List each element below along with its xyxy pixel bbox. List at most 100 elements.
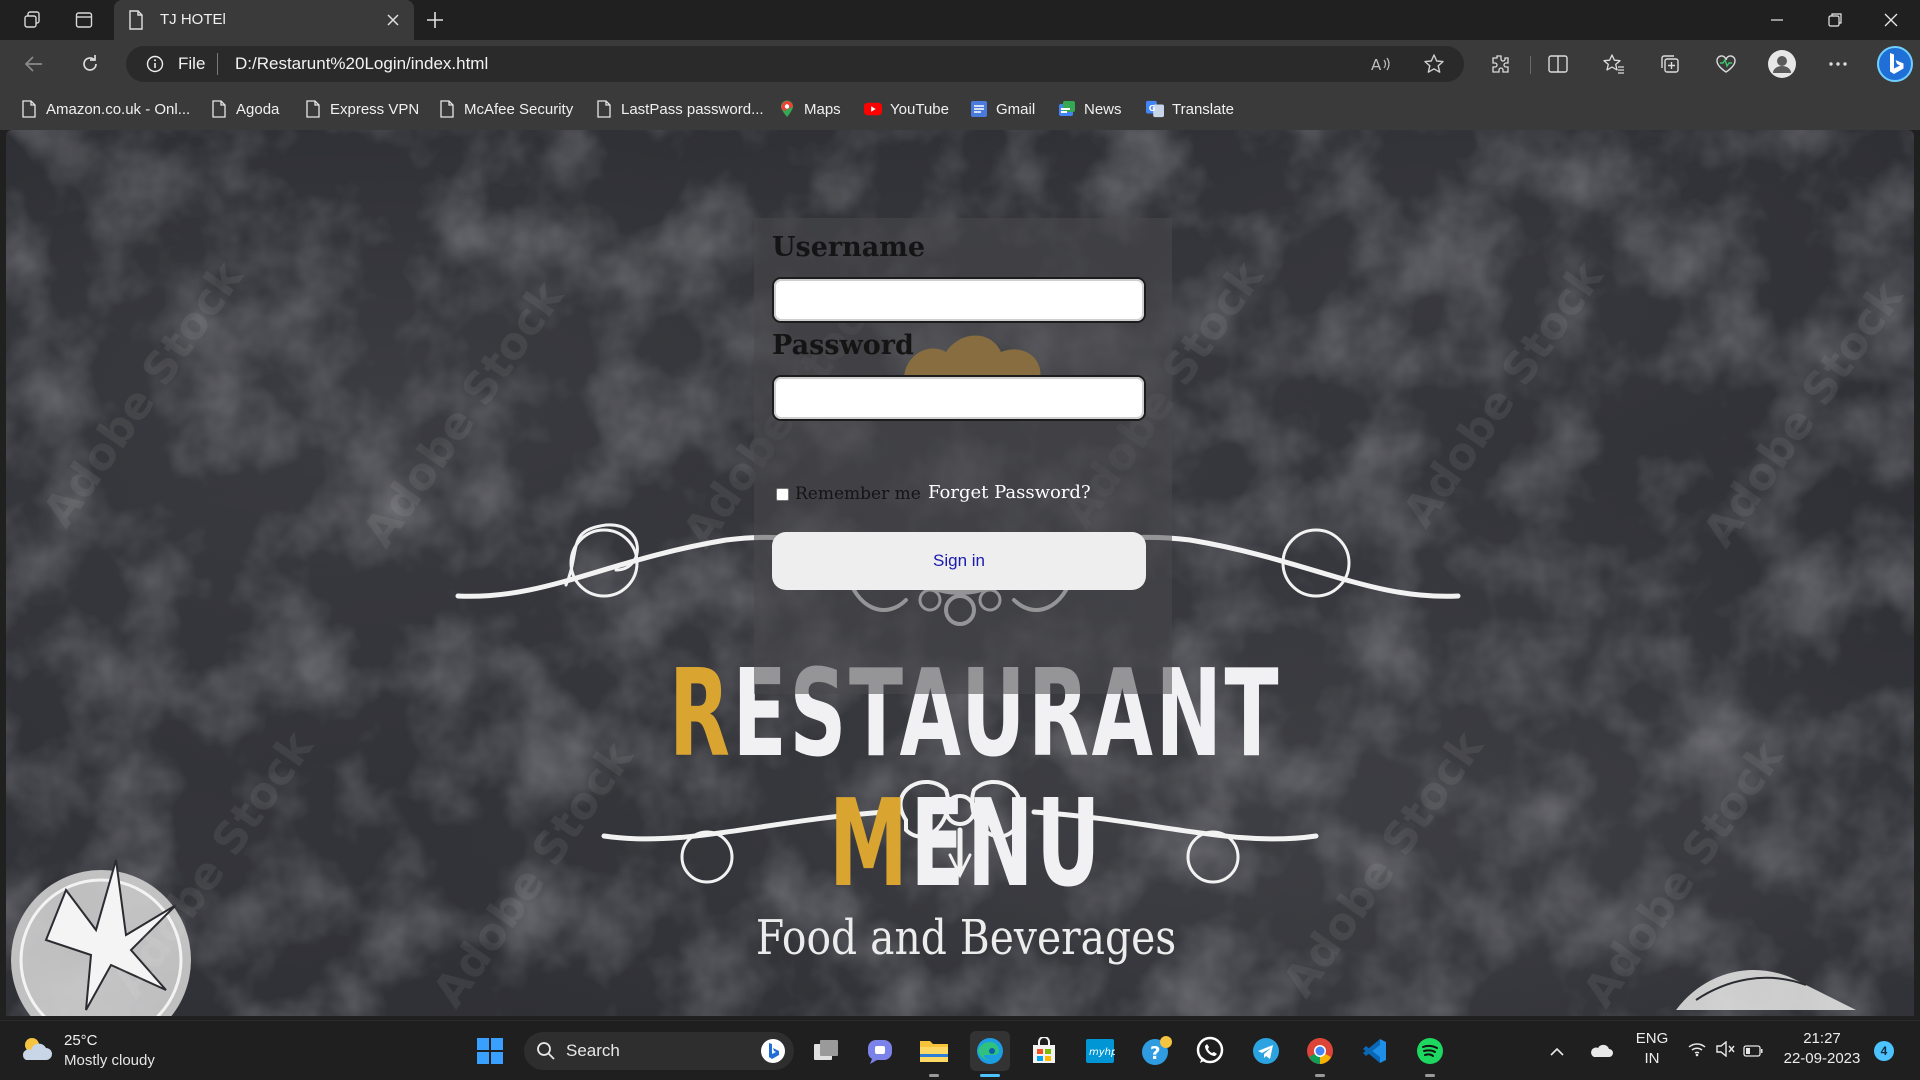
svg-text:Adobe Stock: Adobe Stock (353, 271, 574, 556)
chrome-icon[interactable] (1300, 1031, 1340, 1077)
svg-text:myhp: myhp (1089, 1047, 1115, 1058)
remember-me-label: Remember me (795, 484, 921, 504)
svg-text:Adobe Stock: Adobe Stock (1393, 251, 1614, 536)
favorite-label: Maps (804, 100, 841, 118)
password-input[interactable] (772, 375, 1146, 421)
weather-description: Mostly cloudy (64, 1052, 155, 1069)
clock-date: 22-09-2023 (1783, 1050, 1861, 1067)
windows-start-icon[interactable] (470, 1031, 510, 1071)
bing-search-icon (760, 1038, 786, 1068)
favorite-label: Gmail (996, 100, 1036, 118)
forget-password-link[interactable]: Forget Password? (928, 482, 1091, 503)
favorite-maps[interactable]: Maps (778, 97, 841, 121)
windows-taskbar: 25°C Mostly cloudy Search myhp ? ENG IN … (0, 1020, 1920, 1080)
url-text[interactable]: D:/Restarunt%20Login/index.html (235, 54, 488, 74)
page-icon (595, 100, 613, 118)
address-bar[interactable]: File D:/Restarunt%20Login/index.html A (126, 46, 1464, 82)
whatsapp-icon[interactable] (1190, 1031, 1230, 1071)
collections-icon[interactable] (1652, 48, 1688, 80)
page-content: Adobe Stock Adobe Stock Adobe Stock Adob… (6, 130, 1914, 1016)
get-help-icon[interactable]: ? (1136, 1031, 1176, 1071)
favorite-label: Translate (1172, 100, 1234, 118)
svg-text:Adobe Stock: Adobe Stock (103, 721, 324, 1006)
favorite-youtube[interactable]: YouTube (864, 97, 949, 121)
tab-actions-icon[interactable] (66, 6, 102, 34)
onedrive-cloud-icon[interactable] (1584, 1031, 1618, 1071)
favorite-amazon[interactable]: Amazon.co.uk - Onl... (20, 97, 190, 121)
favorite-translate[interactable]: G Translate (1146, 97, 1234, 121)
translate-icon: G (1146, 100, 1164, 118)
myhp-icon[interactable]: myhp (1080, 1031, 1120, 1071)
back-button[interactable] (16, 48, 52, 80)
minimize-button[interactable] (1748, 0, 1806, 40)
news-icon (1058, 100, 1076, 118)
telegram-icon[interactable] (1246, 1031, 1286, 1071)
weather-temperature: 25°C (64, 1032, 98, 1049)
microsoft-store-icon[interactable] (1024, 1031, 1064, 1071)
favorites-icon[interactable] (1596, 48, 1632, 80)
task-view-icon[interactable] (806, 1031, 846, 1071)
more-options-icon[interactable] (1820, 48, 1856, 80)
favorite-label: McAfee Security (464, 100, 574, 118)
tab-active[interactable]: TJ HOTEl (114, 0, 414, 40)
favorite-label: Express VPN (330, 100, 420, 118)
edge-browser-icon[interactable] (970, 1031, 1010, 1077)
address-separator (217, 53, 218, 75)
close-window-button[interactable] (1862, 0, 1920, 40)
page-icon (128, 10, 144, 34)
new-tab-button[interactable] (420, 6, 450, 34)
favorite-label: LastPass password... (621, 100, 764, 118)
favorite-news[interactable]: News (1058, 97, 1122, 121)
spotify-icon[interactable] (1410, 1031, 1450, 1077)
favorite-label: Amazon.co.uk - Onl... (46, 100, 191, 118)
heading-initial-r: R (669, 645, 733, 784)
restore-button[interactable] (1806, 0, 1864, 40)
svg-text:?: ? (1150, 1043, 1160, 1064)
weather-widget[interactable]: 25°C Mostly cloudy (18, 1031, 155, 1071)
username-label: Username (772, 232, 926, 263)
teams-chat-icon[interactable] (860, 1031, 900, 1071)
running-indicator (929, 1074, 939, 1077)
info-icon[interactable] (146, 55, 164, 77)
favorite-lastpass[interactable]: LastPass password... (595, 97, 764, 121)
scheme-label: File (178, 54, 206, 73)
browser-essentials-icon[interactable] (1708, 48, 1744, 80)
password-label: Password (772, 330, 914, 361)
page-icon (304, 100, 322, 118)
remember-me-checkbox[interactable] (776, 487, 789, 501)
food-beverages-subtitle: Food and Beverages (755, 910, 1177, 966)
page-icon (438, 100, 456, 118)
notification-badge[interactable]: 4 (1874, 1041, 1894, 1061)
heading-initial-m: M (828, 775, 911, 914)
username-input[interactable] (772, 277, 1146, 323)
file-explorer-icon[interactable] (914, 1031, 954, 1077)
browser-tab-strip: TJ HOTEl (0, 0, 1920, 40)
chevron-up-icon[interactable] (1542, 1031, 1572, 1071)
favorite-gmail[interactable]: Gmail (970, 97, 1035, 121)
bing-copilot-icon[interactable] (1874, 44, 1916, 84)
favorite-express-vpn[interactable]: Express VPN (304, 97, 419, 121)
close-icon[interactable] (382, 9, 404, 31)
favorite-agoda[interactable]: Agoda (210, 97, 279, 121)
workspaces-icon[interactable] (14, 6, 50, 34)
region-code: IN (1644, 1050, 1660, 1067)
language-indicator[interactable]: ENG IN (1634, 1029, 1670, 1069)
vscode-icon[interactable] (1354, 1031, 1394, 1071)
split-screen-icon[interactable] (1540, 48, 1576, 80)
extensions-icon[interactable] (1482, 48, 1518, 80)
refresh-button[interactable] (72, 48, 108, 80)
profile-avatar[interactable] (1764, 48, 1800, 80)
read-aloud-icon[interactable]: A (1367, 52, 1395, 76)
favorite-mcafee[interactable]: McAfee Security (438, 97, 573, 121)
sign-in-button[interactable]: Sign in (772, 532, 1146, 590)
login-form-panel: Username Password Remember me Forget Pas… (754, 218, 1172, 694)
favorite-star-icon[interactable] (1420, 52, 1448, 76)
running-indicator (1315, 1074, 1325, 1077)
system-status-group[interactable] (1680, 1031, 1770, 1071)
clock[interactable]: 21:27 22-09-2023 (1782, 1029, 1862, 1069)
gmail-icon (970, 100, 988, 118)
search-icon (536, 1041, 556, 1065)
speaker-muted-icon (1715, 1040, 1735, 1061)
favorites-bar: Amazon.co.uk - Onl... Agoda Express VPN … (0, 88, 1920, 130)
taskbar-search-box[interactable]: Search (524, 1032, 794, 1070)
